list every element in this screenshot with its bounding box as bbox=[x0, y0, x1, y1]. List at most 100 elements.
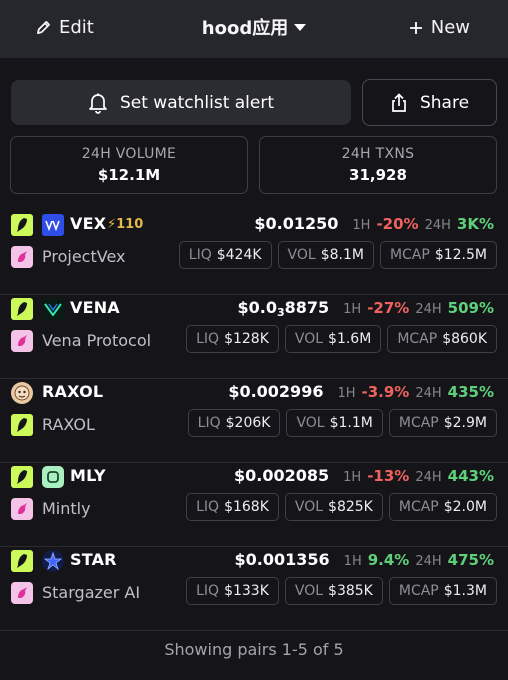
stat-value: 31,928 bbox=[349, 166, 407, 184]
pill-key: MCAP bbox=[397, 331, 438, 347]
dex-unicorn-icon bbox=[11, 582, 33, 604]
pair-symbol: MLY bbox=[70, 466, 106, 485]
change-1h: 9.4% bbox=[367, 551, 410, 569]
volume-pill: VOL $385K bbox=[284, 577, 383, 605]
liquidity-pill: LIQ $133K bbox=[186, 577, 279, 605]
price-line: $0.002085 1H -13% 24H 443% bbox=[234, 466, 494, 485]
pair-name: Vena Protocol bbox=[42, 331, 152, 350]
change-1h: -3.9% bbox=[361, 383, 410, 401]
change-1h: -27% bbox=[367, 299, 410, 317]
alert-label: Set watchlist alert bbox=[119, 92, 275, 113]
pill-key: MCAP bbox=[398, 415, 439, 431]
pair-row-mly[interactable]: MLY Mintly $0.002085 1H -13% 24H 443% LI… bbox=[0, 463, 508, 547]
change-24h-label: 24H bbox=[424, 218, 451, 233]
header-bar: Edit hood应用 New bbox=[0, 0, 508, 58]
change-1h-label: 1H bbox=[343, 302, 362, 317]
pill-key: LIQ bbox=[196, 499, 220, 515]
price: $0.002996 bbox=[228, 382, 324, 401]
bell-icon bbox=[89, 93, 107, 114]
change-24h: 475% bbox=[447, 551, 494, 569]
price: $0.002085 bbox=[234, 466, 330, 485]
pill-value: $12.5M bbox=[434, 247, 487, 263]
volume-pill: VOL $8.1M bbox=[277, 241, 374, 269]
price-line: $0.01250 1H -20% 24H 3K% bbox=[254, 214, 494, 233]
pill-value: $1.3M bbox=[443, 583, 487, 599]
change-24h-label: 24H bbox=[415, 302, 442, 317]
boost-badge: ⚡110 bbox=[107, 217, 143, 232]
pill-value: $128K bbox=[224, 331, 269, 347]
pill-value: $2.9M bbox=[443, 415, 487, 431]
boost-count: 110 bbox=[116, 217, 144, 232]
change-1h: -13% bbox=[367, 467, 410, 485]
mcap-pill: MCAP $2.9M bbox=[388, 409, 497, 437]
pair-symbol: VEX bbox=[70, 214, 107, 233]
pair-symbol: VENA bbox=[70, 298, 120, 317]
pair-symbol: RAXOL bbox=[42, 382, 104, 401]
pill-key: LIQ bbox=[197, 415, 221, 431]
price-suffix: 8875 bbox=[284, 298, 330, 317]
pill-key: LIQ bbox=[196, 583, 220, 599]
pair-metrics: LIQ $206K VOL $1.1M MCAP $2.9M bbox=[187, 409, 497, 437]
change-1h-label: 1H bbox=[343, 554, 362, 569]
watchlist-title: hood应用 bbox=[201, 18, 289, 39]
chain-logo-icon bbox=[11, 550, 33, 572]
share-button[interactable]: Share bbox=[362, 79, 497, 126]
price-zero-count: 3 bbox=[276, 306, 285, 319]
pair-metrics: LIQ $133K VOL $385K MCAP $1.3M bbox=[186, 577, 497, 605]
plus-icon bbox=[409, 21, 422, 34]
mcap-pill: MCAP $12.5M bbox=[379, 241, 497, 269]
change-24h-label: 24H bbox=[415, 470, 442, 485]
star-token-icon bbox=[42, 550, 64, 572]
pill-value: $2.0M bbox=[443, 499, 487, 515]
pill-key: MCAP bbox=[389, 247, 430, 263]
pill-value: $168K bbox=[224, 499, 269, 515]
share-label: Share bbox=[419, 92, 470, 113]
price-line: $0.002996 1H -3.9% 24H 435% bbox=[228, 382, 494, 401]
pair-name: ProjectVex bbox=[42, 247, 126, 266]
dex-unicorn-icon bbox=[11, 246, 33, 268]
new-button[interactable]: New bbox=[409, 17, 470, 38]
pair-name: Stargazer AI bbox=[42, 583, 141, 602]
stat-24h-txns: 24H TXNS 31,928 bbox=[259, 136, 497, 194]
liquidity-pill: LIQ $206K bbox=[187, 409, 281, 437]
caret-down-icon bbox=[294, 24, 307, 31]
price-prefix: $0.0 bbox=[237, 298, 277, 317]
dex-unicorn-icon bbox=[11, 498, 33, 520]
change-24h: 443% bbox=[447, 467, 494, 485]
mcap-pill: MCAP $2.0M bbox=[388, 493, 497, 521]
price: $0.01250 bbox=[254, 214, 339, 233]
pair-row-vena[interactable]: VENA Vena Protocol $0.038875 1H -27% 24H… bbox=[0, 295, 508, 379]
price: $0.001356 bbox=[234, 550, 330, 569]
pill-key: VOL bbox=[294, 331, 324, 347]
vex-token-icon bbox=[42, 214, 64, 236]
set-watchlist-alert-button[interactable]: Set watchlist alert bbox=[11, 80, 351, 125]
liquidity-pill: LIQ $128K bbox=[186, 325, 279, 353]
stat-24h-volume: 24H VOLUME $12.1M bbox=[10, 136, 248, 194]
liquidity-pill: LIQ $424K bbox=[178, 241, 272, 269]
share-icon bbox=[392, 92, 406, 112]
new-label: New bbox=[430, 17, 470, 38]
pair-metrics: LIQ $168K VOL $825K MCAP $2.0M bbox=[186, 493, 497, 521]
pair-row-raxol[interactable]: RAXOL RAXOL $0.002996 1H -3.9% 24H 435% … bbox=[0, 379, 508, 463]
pill-value: $1.6M bbox=[328, 331, 372, 347]
pill-value: $206K bbox=[225, 415, 271, 431]
raxol-token-icon bbox=[11, 382, 33, 404]
stat-label: 24H VOLUME bbox=[81, 146, 177, 162]
change-24h: 435% bbox=[447, 383, 494, 401]
pill-key: MCAP bbox=[398, 583, 439, 599]
pair-metrics: LIQ $128K VOL $1.6M MCAP $860K bbox=[186, 325, 497, 353]
pill-value: $133K bbox=[224, 583, 269, 599]
mcap-pill: MCAP $860K bbox=[387, 325, 497, 353]
volume-pill: VOL $1.1M bbox=[286, 409, 383, 437]
change-1h: -20% bbox=[376, 215, 419, 233]
chain-logo-icon bbox=[11, 414, 33, 436]
pair-name: Mintly bbox=[42, 499, 91, 518]
pagination-summary: Showing pairs 1-5 of 5 bbox=[164, 640, 344, 659]
pair-row-star[interactable]: STAR Stargazer AI $0.001356 1H 9.4% 24H … bbox=[0, 547, 508, 631]
mly-token-icon bbox=[42, 466, 64, 488]
pair-metrics: LIQ $424K VOL $8.1M MCAP $12.5M bbox=[178, 241, 497, 269]
change-24h: 3K% bbox=[456, 215, 494, 233]
pair-name: RAXOL bbox=[42, 415, 95, 434]
lightning-icon: ⚡ bbox=[107, 217, 117, 232]
pair-row-vex[interactable]: VEX ⚡110 ProjectVex $0.01250 1H -20% 24H… bbox=[0, 211, 508, 295]
